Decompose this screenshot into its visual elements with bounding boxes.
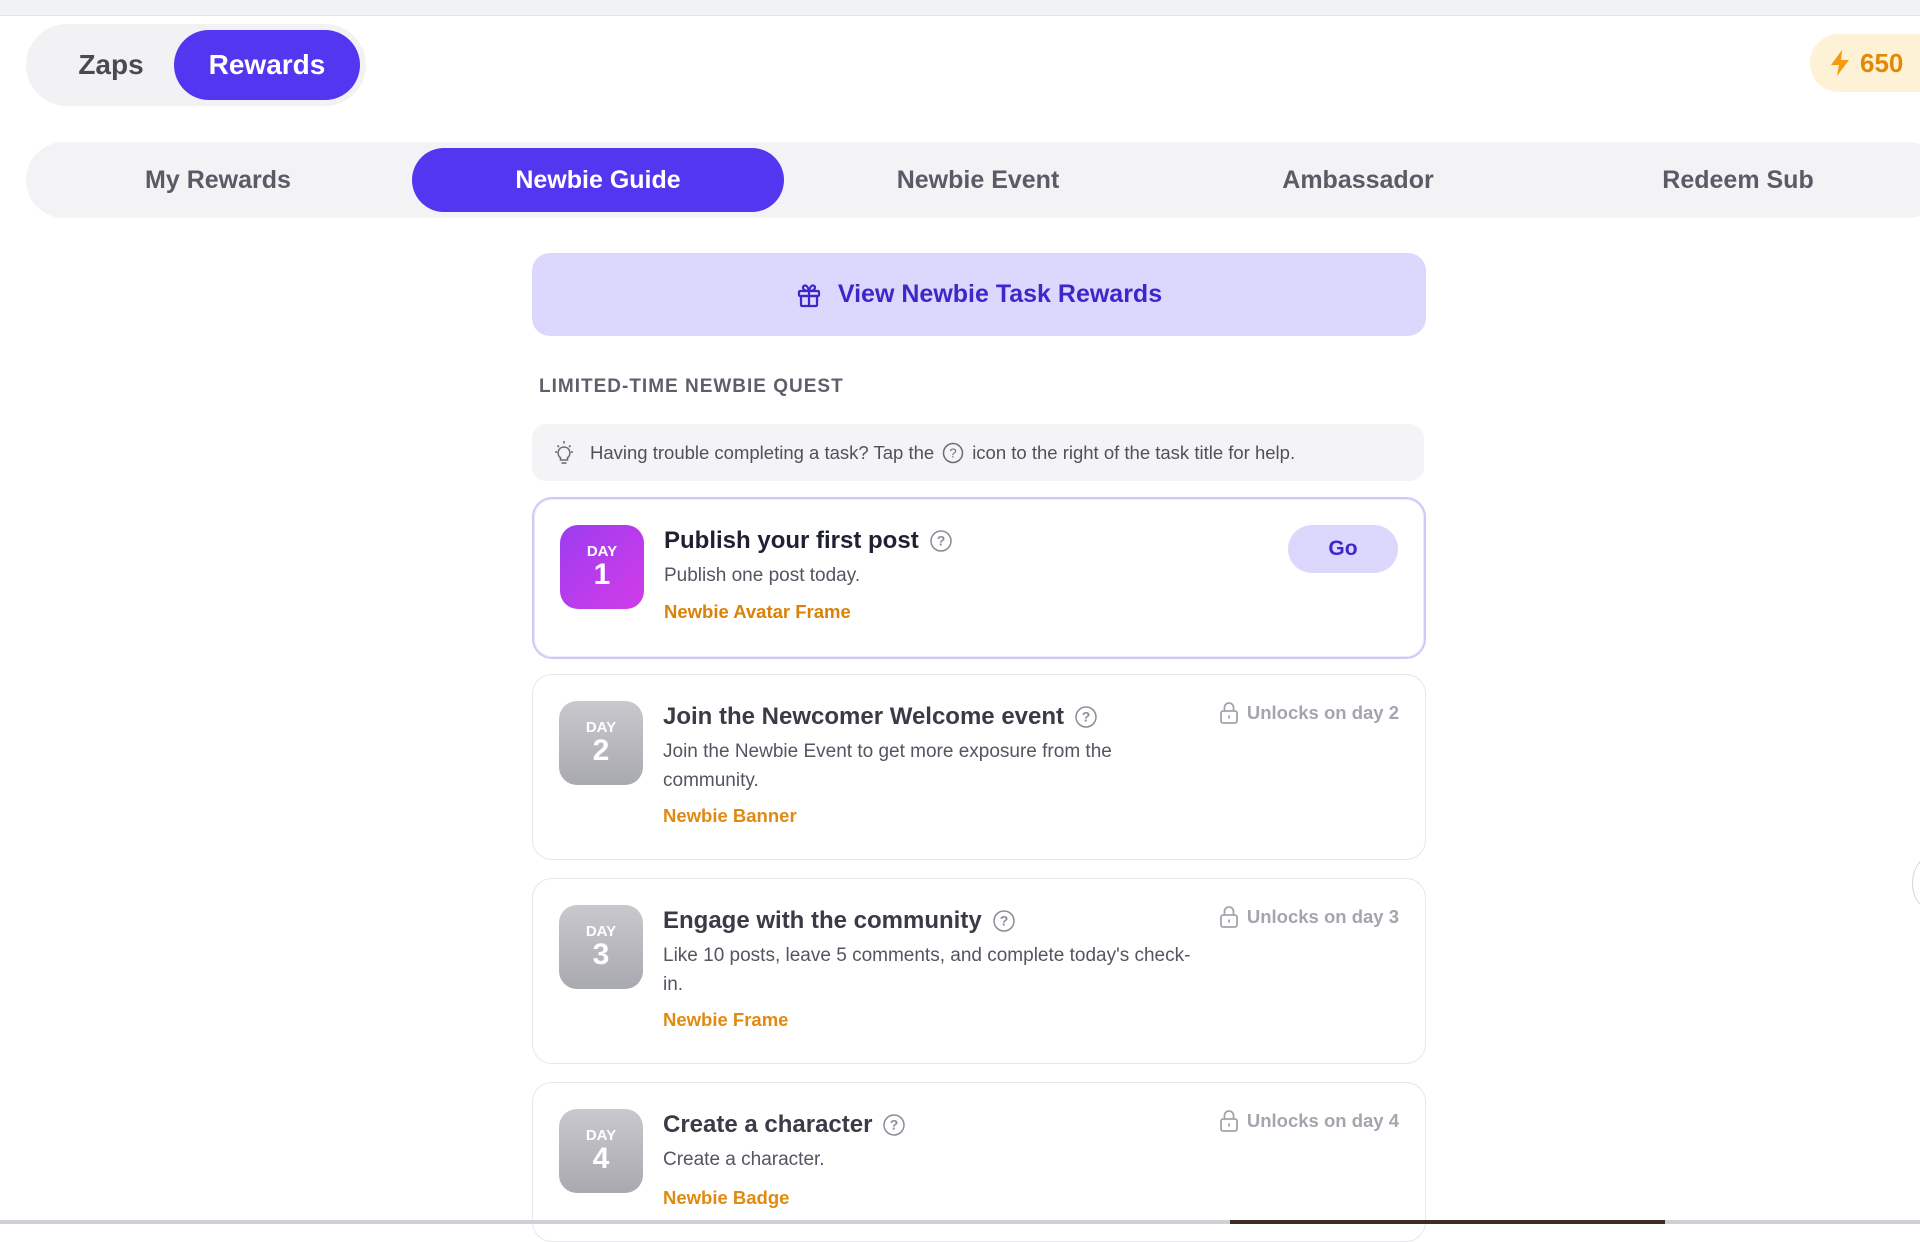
primary-tab-bar: Zaps Rewards [26, 24, 366, 106]
day-badge: DAY 2 [559, 701, 643, 785]
unlock-status-text: Unlocks on day 2 [1246, 702, 1399, 723]
tip-text-before: Having trouble completing a task? Tap th… [590, 441, 935, 463]
help-question-icon[interactable]: ? [929, 529, 953, 553]
day-number: 3 [592, 938, 610, 971]
lock-icon [1219, 1110, 1238, 1132]
task-card-day-3: DAY 3 Engage with the community ? Like 1… [532, 878, 1426, 1064]
task-card-day-1: DAY 1 Publish your first post ? Publish … [532, 497, 1426, 659]
day-number: 2 [592, 734, 610, 767]
svg-text:?: ? [999, 913, 1008, 929]
lightbulb-icon [555, 440, 573, 464]
task-reward: Newbie Avatar Frame [664, 601, 851, 622]
task-description: Join the Newbie Event to get more exposu… [663, 741, 1112, 791]
lock-icon [1219, 702, 1238, 724]
view-newbie-task-rewards-button[interactable]: View Newbie Task Rewards [532, 253, 1426, 336]
task-description: Like 10 posts, leave 5 comments, and com… [663, 945, 1191, 995]
scroll-handle[interactable] [1912, 858, 1920, 908]
task-title: Engage with the community ? [663, 907, 1016, 935]
task-card-day-4: DAY 4 Create a character ? Create a char… [532, 1082, 1426, 1242]
task-card-day-2: DAY 2 Join the Newcomer Welcome event ? … [532, 674, 1426, 860]
tab-redeem-sub[interactable]: Redeem Sub [1552, 148, 1920, 212]
task-reward: Newbie Banner [663, 805, 797, 826]
help-question-icon[interactable]: ? [992, 909, 1016, 933]
help-question-icon[interactable]: ? [1074, 705, 1098, 729]
lock-icon [1219, 906, 1238, 928]
unlock-status-text: Unlocks on day 3 [1246, 906, 1399, 927]
gift-icon [797, 283, 820, 307]
day-badge: DAY 3 [559, 905, 643, 989]
balance-value: 650 [1860, 47, 1904, 78]
task-title: Join the Newcomer Welcome event ? [663, 703, 1098, 731]
unlock-status: Unlocks on day 3 [1219, 905, 1399, 929]
unlock-status: Unlocks on day 4 [1219, 1109, 1399, 1133]
day-badge: DAY 1 [560, 525, 644, 609]
svg-text:?: ? [1082, 709, 1091, 725]
unlock-status: Unlocks on day 2 [1219, 701, 1399, 725]
zap-balance[interactable]: 650 [1810, 34, 1920, 92]
svg-text:?: ? [890, 1117, 899, 1133]
tab-ambassador[interactable]: Ambassador [1172, 148, 1544, 212]
day-number: 1 [593, 558, 611, 591]
browser-top-strip [0, 0, 1920, 16]
tab-zaps[interactable]: Zaps [36, 30, 186, 100]
view-rewards-label: View Newbie Task Rewards [837, 280, 1163, 308]
help-question-icon[interactable]: ? [882, 1113, 906, 1137]
svg-text:?: ? [936, 533, 945, 549]
task-description: Create a character. [663, 1149, 825, 1170]
task-reward: Newbie Badge [663, 1187, 790, 1208]
task-title-text: Publish your first post [664, 527, 919, 554]
question-icon: ? [942, 442, 964, 463]
sub-tab-bar: My Rewards Newbie Guide Newbie Event Amb… [26, 142, 1920, 218]
tip-text-after: icon to the right of the task title for … [972, 441, 1296, 463]
tab-rewards[interactable]: Rewards [174, 30, 360, 100]
task-reward: Newbie Frame [663, 1009, 789, 1030]
task-title-text: Create a character [663, 1111, 873, 1138]
unlock-status-text: Unlocks on day 4 [1246, 1110, 1399, 1131]
day-number: 4 [592, 1142, 610, 1175]
help-tip: Having trouble completing a task? Tap th… [532, 424, 1424, 481]
tab-newbie-event[interactable]: Newbie Event [792, 148, 1164, 212]
lightning-icon [1831, 50, 1849, 76]
task-title: Create a character ? [663, 1111, 906, 1139]
day-badge: DAY 4 [559, 1109, 643, 1193]
bottom-strip-dark [1230, 1220, 1665, 1224]
tab-my-rewards[interactable]: My Rewards [32, 148, 404, 212]
go-button[interactable]: Go [1288, 525, 1398, 573]
task-title-text: Join the Newcomer Welcome event [663, 703, 1065, 730]
section-title: LIMITED-TIME NEWBIE QUEST [539, 376, 844, 397]
task-title: Publish your first post ? [664, 527, 953, 555]
task-title-text: Engage with the community [663, 907, 982, 934]
tab-newbie-guide[interactable]: Newbie Guide [412, 148, 784, 212]
svg-text:?: ? [950, 445, 957, 460]
task-description: Publish one post today. [664, 565, 861, 586]
